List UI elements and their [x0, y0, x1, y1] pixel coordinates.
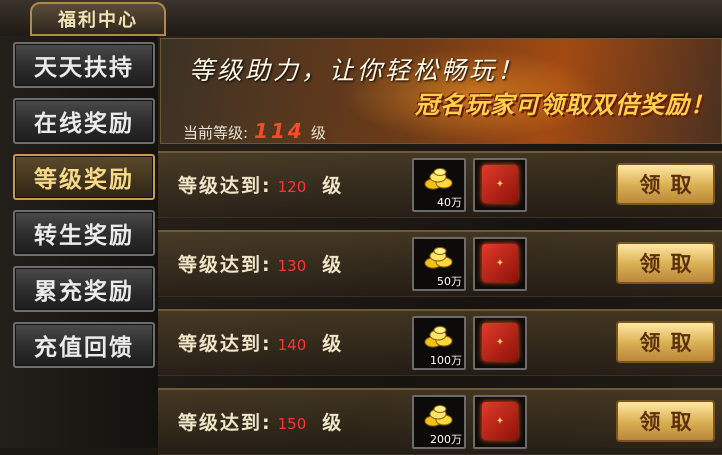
gold-quantity: 40万	[437, 196, 462, 209]
reward-row: 等级达到: 130 级 50万 ✦ 领取	[158, 230, 722, 297]
level-unit: 级	[322, 175, 344, 197]
gold-reward-slot[interactable]: 40万	[412, 158, 466, 212]
level-unit: 级	[322, 333, 344, 355]
red-skill-book-icon: ✦	[482, 165, 518, 203]
required-level: 130	[277, 257, 307, 275]
reward-requirement: 等级达到: 150 级	[178, 408, 343, 435]
book-reward-slot[interactable]: ✦	[473, 158, 527, 212]
red-skill-book-icon: ✦	[482, 402, 518, 440]
requirement-label: 等级达到:	[178, 333, 272, 355]
gold-quantity: 50万	[437, 275, 462, 288]
gold-coins-icon	[424, 168, 453, 190]
sidebar-item-cumulative-recharge[interactable]: 累充奖励	[13, 266, 155, 312]
book-reward-slot[interactable]: ✦	[473, 316, 527, 370]
level-unit: 级	[322, 254, 344, 276]
claim-button[interactable]: 领取	[616, 242, 715, 284]
gold-quantity: 200万	[430, 433, 462, 446]
top-bar: 福利中心	[0, 0, 722, 38]
requirement-label: 等级达到:	[178, 254, 272, 276]
reward-requirement: 等级达到: 130 级	[178, 250, 343, 277]
current-level-unit: 级	[310, 124, 326, 142]
reward-row: 等级达到: 120 级 40万 ✦ 领取	[158, 151, 722, 218]
level-banner: 等级助力，让你轻松畅玩！ 冠名玩家可领取双倍奖励！ 当前等级: 114 级	[160, 38, 722, 144]
banner-slogan: 等级助力，让你轻松畅玩！	[189, 56, 526, 85]
red-skill-book-icon: ✦	[482, 244, 518, 282]
red-skill-book-icon: ✦	[482, 323, 518, 361]
claim-button[interactable]: 领取	[616, 400, 715, 442]
welfare-center-tab[interactable]: 福利中心	[30, 2, 166, 36]
current-level-label: 当前等级:	[183, 124, 249, 142]
sidebar: 天天扶持 在线奖励 等级奖励 转生奖励 累充奖励 充值回馈	[0, 36, 158, 448]
main-panel: 等级助力，让你轻松畅玩！ 冠名玩家可领取双倍奖励！ 当前等级: 114 级 等级达到…	[158, 36, 722, 455]
sidebar-item-online-reward[interactable]: 在线奖励	[13, 98, 155, 144]
requirement-label: 等级达到:	[178, 175, 272, 197]
required-level: 120	[277, 178, 307, 196]
book-reward-slot[interactable]: ✦	[473, 237, 527, 291]
gold-reward-slot[interactable]: 50万	[412, 237, 466, 291]
banner-double-reward-slogan: 冠名玩家可领取双倍奖励！	[415, 90, 715, 119]
current-level-value: 114	[254, 119, 305, 143]
claim-button[interactable]: 领取	[616, 321, 715, 363]
sidebar-item-level-reward[interactable]: 等级奖励	[13, 154, 155, 200]
gold-reward-slot[interactable]: 200万	[412, 395, 466, 449]
reward-requirement: 等级达到: 140 级	[178, 329, 343, 356]
required-level: 140	[277, 336, 307, 354]
gold-coins-icon	[424, 247, 453, 269]
sidebar-item-daily-support[interactable]: 天天扶持	[13, 42, 155, 88]
gold-coins-icon	[424, 326, 453, 348]
book-reward-slot[interactable]: ✦	[473, 395, 527, 449]
gold-coins-icon	[424, 405, 453, 427]
claim-button[interactable]: 领取	[616, 163, 715, 205]
level-unit: 级	[322, 412, 344, 434]
gold-reward-slot[interactable]: 100万	[412, 316, 466, 370]
sidebar-item-recharge-feedback[interactable]: 充值回馈	[13, 322, 155, 368]
requirement-label: 等级达到:	[178, 412, 272, 434]
current-level: 当前等级: 114 级	[183, 119, 326, 143]
gold-quantity: 100万	[430, 354, 462, 367]
sidebar-item-rebirth-reward[interactable]: 转生奖励	[13, 210, 155, 256]
reward-row: 等级达到: 140 级 100万 ✦ 领取	[158, 309, 722, 376]
required-level: 150	[277, 415, 307, 433]
reward-row: 等级达到: 150 级 200万 ✦ 领取	[158, 388, 722, 455]
reward-requirement: 等级达到: 120 级	[178, 171, 343, 198]
